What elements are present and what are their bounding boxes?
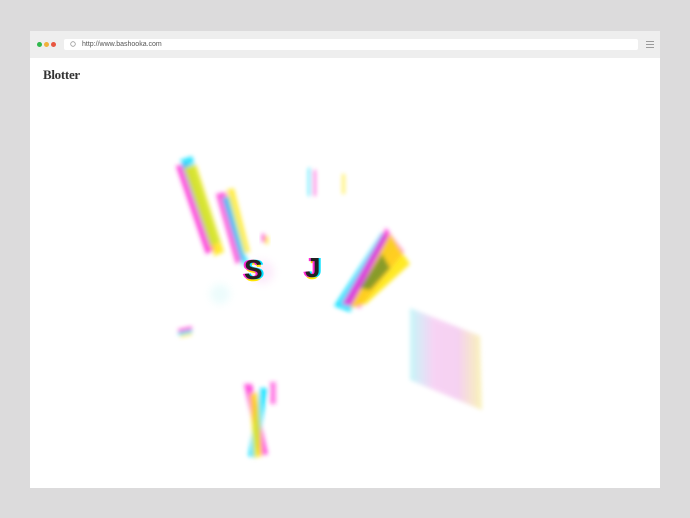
chromatic-effect-art — [176, 156, 482, 458]
browser-toolbar: http://www.bashooka.com — [30, 31, 660, 58]
streak-upper-left — [176, 156, 250, 266]
page-icon — [70, 41, 76, 47]
haze — [210, 260, 274, 304]
blotter-canvas: S J — [30, 58, 660, 488]
streak-upper-right — [334, 228, 410, 312]
minimize-dot[interactable] — [44, 42, 49, 47]
streak-accent — [262, 234, 268, 244]
maximize-dot[interactable] — [51, 42, 56, 47]
hamburger-icon[interactable] — [646, 41, 654, 48]
address-bar[interactable]: http://www.bashooka.com — [64, 39, 638, 50]
streak-left — [177, 326, 193, 338]
stripe-panel — [410, 308, 482, 410]
close-dot[interactable] — [37, 42, 42, 47]
letter-s: S — [244, 254, 263, 285]
streak-top-lines — [308, 168, 345, 196]
streak-bottom — [244, 382, 276, 458]
browser-window: http://www.bashooka.com Blotter S J — [30, 31, 660, 488]
letter-j: J — [305, 252, 321, 283]
url-text: http://www.bashooka.com — [82, 41, 162, 48]
